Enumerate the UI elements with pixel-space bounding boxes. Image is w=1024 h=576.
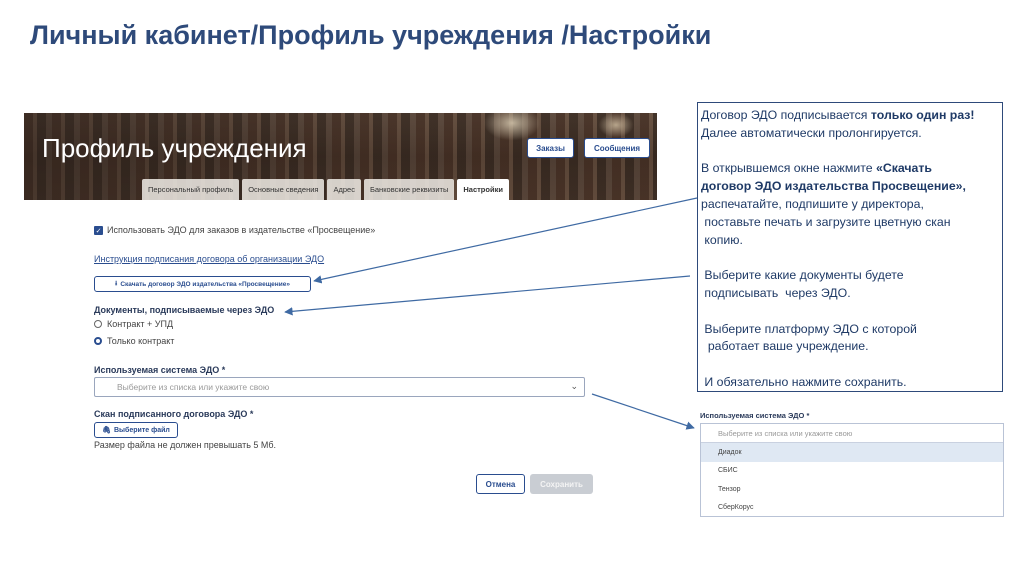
radio-contract-only-label: Только контракт <box>107 336 175 346</box>
slide-title: Личный кабинет/Профиль учреждения /Настр… <box>30 20 712 50</box>
paperclip-icon: 🖇 <box>102 427 111 434</box>
dropdown-option-sbis[interactable]: СБИС <box>701 462 1003 481</box>
dropdown-zoom-label: Используемая система ЭДО * <box>700 411 810 420</box>
info-line: подписывать через ЭДО. <box>701 285 851 300</box>
dropdown-search-input[interactable]: Выберите из списка или укажите свою <box>701 424 1003 443</box>
dropdown-option-sberkorus[interactable]: СберКорус <box>701 499 1003 517</box>
edo-system-label: Используемая система ЭДО * <box>94 365 226 375</box>
check-icon: ✓ <box>95 227 102 235</box>
profile-tabs: Персональный профиль Основные сведения А… <box>142 179 509 200</box>
download-icon: ⭳ <box>115 279 118 287</box>
arrow-to-download-button <box>313 197 698 284</box>
messages-button[interactable]: Сообщения <box>584 138 650 158</box>
instruction-link[interactable]: Инструкция подписания договора об органи… <box>94 254 324 264</box>
info-line: Далее автоматически пролонгируется. <box>701 125 922 140</box>
use-edo-checkbox-label: Использовать ЭДО для заказов в издательс… <box>107 225 376 235</box>
edo-system-placeholder: Выберите из списка или укажите свою <box>117 382 270 392</box>
use-edo-checkbox[interactable]: ✓ <box>94 226 103 235</box>
info-text: В открывшемся окне нажмите <box>701 161 876 176</box>
profile-banner: Профиль учреждения Заказы Сообщения Перс… <box>24 113 657 200</box>
choose-file-label: Выберите файл <box>114 426 170 434</box>
cancel-button[interactable]: Отмена <box>476 474 525 494</box>
documents-label: Документы, подписываемые через ЭДО <box>94 305 275 315</box>
orders-button[interactable]: Заказы <box>527 138 574 158</box>
info-line: Договор ЭДО подписывается только один ра… <box>701 107 999 125</box>
chevron-down-icon: ⌄ <box>570 381 578 391</box>
instruction-box: Договор ЭДО подписывается только один ра… <box>697 102 1003 392</box>
file-size-hint: Размер файла не должен превышать 5 Мб. <box>94 440 277 450</box>
info-line: копию. <box>701 232 743 247</box>
tab-bank-details[interactable]: Банковские реквизиты <box>363 179 455 200</box>
tab-settings[interactable]: Настройки <box>457 179 509 200</box>
info-line: распечатайте, подпишите у директора, <box>701 196 924 211</box>
info-line: договор ЭДО издательства Просвещение», <box>701 178 999 196</box>
edo-system-dropdown: Выберите из списка или укажите свою Диад… <box>700 423 1004 517</box>
radio-contract-only[interactable] <box>94 337 102 345</box>
arrow-to-documents <box>284 275 691 316</box>
download-contract-label: Скачать договор ЭДО издательства «Просве… <box>120 280 290 288</box>
arrow-to-dropdown <box>591 393 695 430</box>
info-bold-text: договор ЭДО издательства Просвещение», <box>701 179 966 194</box>
info-bold-text: «Скачать <box>875 161 932 176</box>
info-bold-text: только один раз! <box>870 108 975 122</box>
info-line: работает ваше учреждение. <box>701 339 869 354</box>
info-line: Выберите какие документы будете <box>701 268 904 283</box>
tab-basic-info[interactable]: Основные сведения <box>242 179 325 200</box>
banner-title: Профиль учреждения <box>42 133 307 163</box>
scan-label: Скан подписанного договора ЭДО * <box>94 409 254 419</box>
choose-file-button[interactable]: 🖇 Выберите файл <box>94 422 178 438</box>
info-text: Договор ЭДО подписывается <box>701 108 871 122</box>
info-line: В открывшемся окне нажмите «Скачать <box>701 160 999 178</box>
info-line: Выберите платформу ЭДО с которой <box>701 321 917 336</box>
radio-contract-upd[interactable] <box>94 320 102 328</box>
radio-contract-upd-label: Контракт + УПД <box>107 319 174 329</box>
tab-address[interactable]: Адрес <box>327 179 361 200</box>
edo-system-select[interactable]: Выберите из списка или укажите свою ⌄ <box>94 377 585 397</box>
save-button[interactable]: Сохранить <box>530 474 593 494</box>
download-contract-button[interactable]: ⭳ Скачать договор ЭДО издательства «Прос… <box>94 276 311 292</box>
tab-personal-profile[interactable]: Персональный профиль <box>142 179 240 200</box>
dropdown-option-diadok[interactable]: Диадок <box>701 443 1003 462</box>
info-line: поставьте печать и загрузите цветную ска… <box>701 214 951 229</box>
info-line: И обязательно нажмите сохранить. <box>701 374 907 389</box>
dropdown-option-tenzor[interactable]: Тензор <box>701 480 1003 499</box>
